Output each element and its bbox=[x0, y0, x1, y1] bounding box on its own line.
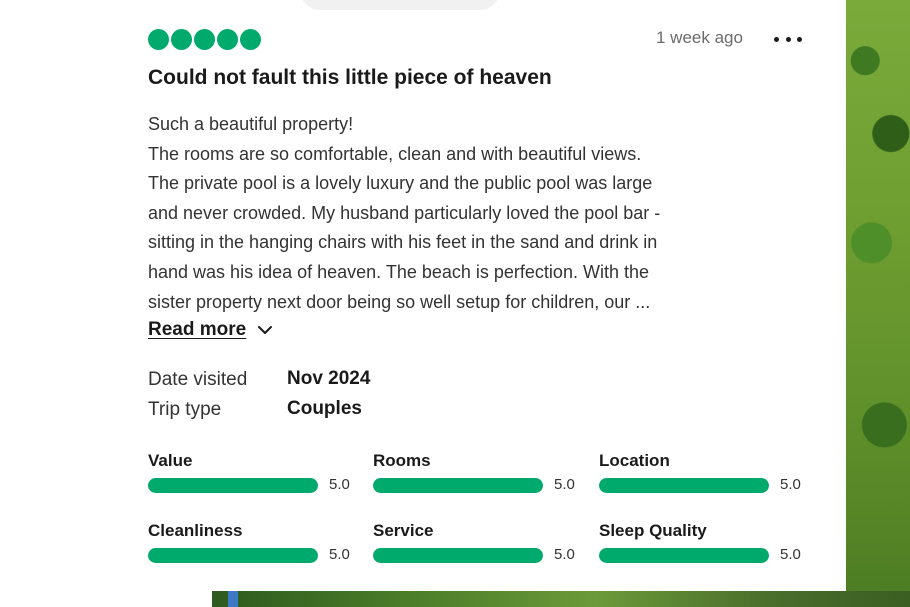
sub-rating-label: Location bbox=[599, 451, 670, 470]
more-dot bbox=[785, 36, 791, 42]
sub-rating-score: 5.0 bbox=[329, 476, 350, 493]
sub-rating-score: 5.0 bbox=[554, 546, 575, 563]
review-body-line: The private pool is a lovely luxury and … bbox=[148, 173, 653, 194]
sub-rating-bar bbox=[373, 478, 543, 493]
sub-rating-bar-fill bbox=[599, 478, 769, 493]
sub-rating-service: Service 5.0 bbox=[373, 521, 593, 567]
more-options-icon[interactable] bbox=[774, 30, 802, 48]
sub-rating-label: Rooms bbox=[373, 451, 431, 470]
sub-rating-bar bbox=[148, 478, 318, 493]
review-body-line: sister property next door being so well … bbox=[148, 291, 651, 312]
sub-rating-location: Location 5.0 bbox=[599, 451, 819, 497]
sub-rating-score: 5.0 bbox=[780, 546, 801, 563]
sub-rating-value: Value 5.0 bbox=[148, 451, 368, 497]
sub-rating-bar-fill bbox=[373, 548, 543, 563]
sub-rating-label: Cleanliness bbox=[148, 521, 243, 540]
read-more-button[interactable]: Read more bbox=[148, 319, 274, 341]
sub-rating-score: 5.0 bbox=[780, 476, 801, 493]
sub-rating-bar bbox=[373, 548, 543, 563]
sub-rating-rooms: Rooms 5.0 bbox=[373, 451, 593, 497]
more-dot bbox=[774, 36, 779, 42]
card-top-decoration bbox=[300, 0, 500, 10]
review-body: Such a beautiful property! The rooms are… bbox=[148, 110, 818, 317]
sub-rating-bar-fill bbox=[148, 478, 318, 493]
sub-rating-label: Value bbox=[148, 451, 193, 470]
read-more-label: Read more bbox=[148, 319, 247, 340]
sub-rating-bar bbox=[148, 548, 318, 563]
review-body-line: hand was his idea of heaven. The beach i… bbox=[148, 261, 649, 282]
sub-rating-label: Service bbox=[373, 521, 434, 540]
sub-rating-score: 5.0 bbox=[329, 546, 350, 563]
review-title: Could not fault this little piece of hea… bbox=[148, 66, 552, 89]
background-accent bbox=[228, 591, 238, 607]
sub-rating-bar-fill bbox=[599, 548, 769, 563]
trip-type-label: Trip type bbox=[148, 399, 222, 420]
sub-rating-bar-fill bbox=[148, 548, 318, 563]
sub-rating-sleep-quality: Sleep Quality 5.0 bbox=[599, 521, 819, 567]
sub-rating-label: Sleep Quality bbox=[599, 521, 707, 540]
review-body-line: The rooms are so comfortable, clean and … bbox=[148, 143, 642, 164]
rating-bubble-icon bbox=[194, 29, 215, 50]
rating-bubble-icon bbox=[171, 29, 192, 50]
more-dot bbox=[797, 36, 802, 42]
rating-bubbles bbox=[148, 29, 261, 51]
sub-rating-cleanliness: Cleanliness 5.0 bbox=[148, 521, 368, 567]
sub-rating-score: 5.0 bbox=[554, 476, 575, 493]
review-body-line: and never crowded. My husband particular… bbox=[148, 202, 661, 223]
sub-rating-bar bbox=[599, 478, 769, 493]
rating-bubble-icon bbox=[240, 29, 261, 50]
review-body-line: sitting in the hanging chairs with his f… bbox=[148, 232, 658, 253]
trip-type-value: Couples bbox=[287, 398, 362, 419]
date-visited-label: Date visited bbox=[148, 369, 248, 390]
sub-rating-bar bbox=[599, 548, 769, 563]
review-card: 1 week ago Could not fault this little p… bbox=[0, 0, 846, 591]
rating-bubble-icon bbox=[148, 29, 169, 50]
chevron-down-icon bbox=[258, 326, 273, 334]
background-photo-bottom bbox=[212, 591, 910, 607]
sub-rating-bar-fill bbox=[373, 478, 543, 493]
background-photo bbox=[846, 0, 910, 607]
review-body-line: Such a beautiful property! bbox=[148, 114, 354, 134]
date-visited-value: Nov 2024 bbox=[287, 368, 371, 389]
review-date: 1 week ago bbox=[656, 28, 743, 47]
rating-bubble-icon bbox=[217, 29, 238, 50]
